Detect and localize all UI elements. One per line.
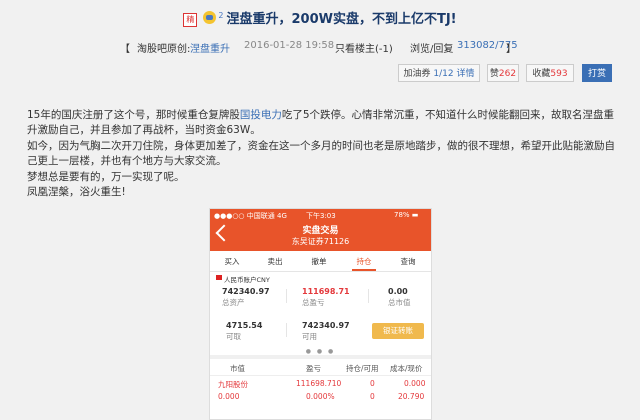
forum-post-page: 精 2 涅盘重升，200W实盘，不到上亿不TJ! 【 淘股吧原创: 涅盘重升 201… [0,0,640,420]
total-pnl: 111698.71 总盈亏 [302,287,350,308]
post-actions: 加油券 1/12 详情 赞262 收藏593 打赏 [0,64,640,84]
col-market-value: 市值 [230,364,245,373]
app-nav-bar: 实盘交易 东吴证券71126 [210,221,431,251]
featured-tag-icon: 精 [183,13,198,27]
col-position: 持仓/可用 [346,364,379,373]
views-label: 浏览/回复 [410,44,454,55]
account-type: 人民币账户CNY [224,276,270,284]
section-separator [210,355,431,359]
tab-sell: 卖出 [267,257,283,266]
cell-divider [286,323,287,337]
withdrawable: 4715.54 可取 [226,321,262,342]
row-pnl: 111698.710 [296,379,342,388]
user-level-badge-icon [203,11,217,24]
available-value: 742340.97 [302,321,350,330]
reward-button[interactable]: 打赏 [582,64,612,82]
total-market-value: 0.00 总市值 [388,287,411,308]
like-count: 262 [498,69,517,79]
tab-query: 查询 [400,257,416,266]
total-mv-label: 总市值 [388,298,411,307]
collect-label: 收藏 [532,69,551,79]
trade-tabs: 买入 卖出 撤单 持仓 查询 [210,251,431,272]
coupon-value: 1/12 [433,69,454,79]
total-assets-label: 总资产 [222,298,245,307]
post-paragraph: 梦想总是要有的，万一实现了呢。 [27,170,185,183]
available-label: 可用 [302,332,317,341]
author-link[interactable]: 涅盘重升 [190,40,230,55]
collect-button[interactable]: 收藏593 [526,64,574,82]
withdrawable-label: 可取 [226,332,241,341]
total-mv-value: 0.00 [388,287,408,296]
meta-bracket-open: 【 [120,44,130,55]
post-paragraph: 凤凰涅槃，浴火重生! [27,186,126,199]
tab-cancel: 撤单 [311,257,327,266]
col-pnl: 盈亏 [306,364,321,373]
available: 742340.97 可用 [302,321,350,342]
total-assets-value: 742340.97 [222,287,270,296]
col-cost-price: 成本/现价 [390,364,423,373]
coupon-label: 加油券 [403,69,431,79]
phone-time: 下午3:03 [306,212,336,220]
cny-flag-icon [216,275,222,280]
like-button[interactable]: 赞262 [487,64,519,82]
row-available: 0 [370,392,375,401]
total-pnl-value: 111698.71 [302,287,350,296]
like-label: 赞 [489,69,499,79]
battery-indicator: 78% ▬ [394,211,419,219]
user-level: 2 [218,10,224,20]
post-title-row: 精 2 涅盘重升，200W实盘，不到上亿不TJ! [0,8,640,27]
total-assets: 742340.97 总资产 [222,287,270,308]
post-datetime: 2016-01-28 19:58 [244,40,335,51]
tab-positions: 持仓 [346,256,382,271]
phone-status-bar: ●●●○○ 中国联通 4G 下午3:03 78% ▬ [210,209,431,221]
nav-title: 实盘交易 [302,226,339,236]
stock-name: 九阳股份 [218,380,248,389]
row-pnl-pct: 0.000% [306,392,335,401]
trading-app-screenshot: ●●●○○ 中国联通 4G 下午3:03 78% ▬ 实盘交易 东吴证券7112… [209,208,432,420]
post-paragraph: 15年的国庆注册了这个号，那时候重仓复牌股国投电力吃了5个跌停。心情非常沉重，不… [27,109,615,137]
post-body: 15年的国庆注册了这个号，那时候重仓复牌股国投电力吃了5个跌停。心情非常沉重，不… [27,108,617,200]
page-dots: ● ● ● [305,348,336,355]
stock-link[interactable]: 国投电力 [240,109,282,121]
post-paragraph: 如今，因为气胸二次开刀住院，身体更加差了，资金在这一个多月的时间也老是原地踏步，… [27,139,615,168]
meta-bracket-close: 】 [506,44,516,55]
row-price: 20.790 [398,392,425,401]
row-market-value: 0.000 [218,392,240,401]
coupon-button[interactable]: 加油券 1/12 详情 [398,64,480,82]
post-title: 涅盘重升，200W实盘，不到上亿不TJ! [226,12,457,27]
meta-source: 淘股吧原创: [137,44,191,55]
account-row: 人民币账户CNY [210,272,431,284]
bank-transfer-button: 银证转账 [372,323,424,339]
row-position: 0 [370,379,375,388]
only-author-link[interactable]: 只看楼主(-1) [335,40,393,55]
row-cost: 0.000 [404,379,426,388]
cell-divider [368,289,369,303]
positions-table-header: 市值 盈亏 持仓/可用 成本/现价 [210,361,431,376]
collect-count: 593 [550,69,568,79]
cell-divider [286,289,287,303]
withdrawable-value: 4715.54 [226,321,263,330]
tab-buy: 买入 [224,257,240,266]
nav-subtitle: 东吴证券71126 [291,237,350,246]
coupon-details-link[interactable]: 详情 [456,69,474,79]
total-pnl-label: 总盈亏 [302,298,325,307]
carrier-signal: ●●●○○ 中国联通 4G [214,212,287,220]
